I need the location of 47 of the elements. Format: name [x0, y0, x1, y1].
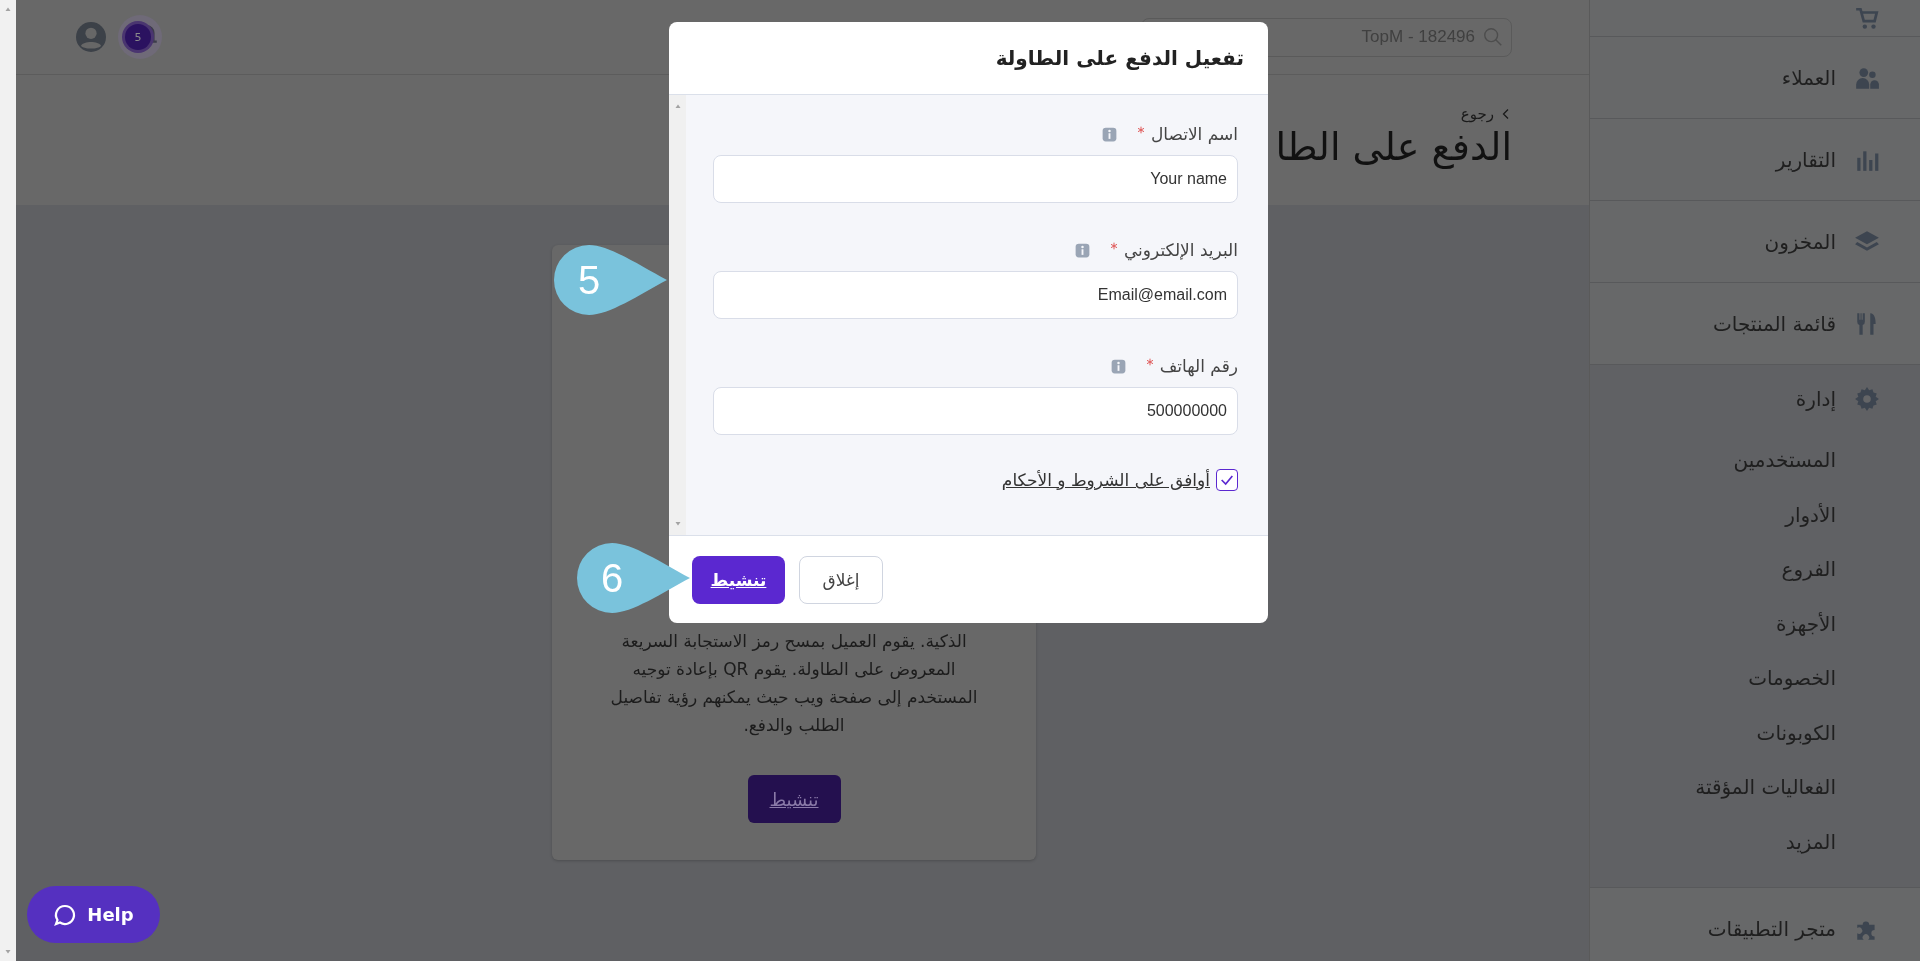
notification-bell[interactable]: 5	[118, 15, 162, 59]
notification-count: 5	[125, 24, 151, 50]
card-description: الذكية. يقوم العميل بمسح رمز الاستجابة السريعة	[621, 630, 967, 654]
search-icon	[1482, 25, 1504, 48]
page-title: الدفع على الطا	[1275, 125, 1512, 169]
terms-link[interactable]: أوافق على الشروط و الأحكام	[1001, 470, 1210, 490]
sidebar-subitem[interactable]: الأجهزة	[1775, 596, 1920, 651]
sidebar-subitem[interactable]: المزيد	[1785, 814, 1920, 869]
activate-button[interactable]: تنشيط	[692, 555, 785, 604]
sidebar-subitem[interactable]: الخصومات	[1748, 651, 1920, 706]
cart-icon	[1854, 6, 1880, 32]
sidebar-item[interactable]: المخزون	[1590, 201, 1920, 282]
field-label: البريد الإلكتروني	[1123, 240, 1238, 260]
sidebar-item[interactable]: العملاء	[1590, 37, 1920, 118]
close-button[interactable]: إغلاق	[799, 555, 883, 604]
help-button[interactable]: Help	[27, 886, 160, 943]
sidebar-subitem[interactable]: المستخدمين	[1733, 433, 1920, 488]
info-icon	[1110, 358, 1126, 374]
checkbox[interactable]	[1216, 469, 1238, 491]
card-description: الطلب والدفع.	[743, 714, 845, 738]
sidebar-item[interactable]: قائمة المنتجات	[1590, 283, 1920, 364]
activate-button[interactable]: تنشيط	[747, 775, 841, 823]
scrollbar[interactable]	[669, 95, 686, 535]
sidebar-item[interactable]: إدارة	[1590, 365, 1920, 433]
info-icon	[1074, 242, 1090, 258]
back-link[interactable]: رجوع	[1460, 105, 1512, 123]
sidebar-subitem[interactable]: الأدوار	[1785, 487, 1920, 542]
sidebar-subitem[interactable]: الفعاليات المؤقتة	[1695, 760, 1920, 815]
scrollbar[interactable]	[0, 0, 16, 961]
user-avatar-icon	[76, 22, 106, 52]
chat-bubble-icon	[53, 902, 78, 927]
sidebar-subitem[interactable]: الفروع	[1781, 542, 1920, 597]
info-icon	[1101, 126, 1117, 142]
back-link-label[interactable]: رجوع	[1460, 105, 1494, 123]
card-description: المستخدم إلى صفحة ويب حيث يمكنهم رؤية تفاصيل	[610, 686, 978, 710]
gear-icon	[1854, 386, 1880, 412]
scroll-down-arrow-icon	[3, 949, 13, 955]
sidebar-subitem[interactable]: الكوبونات	[1756, 705, 1920, 760]
input-field[interactable]: 500000000	[713, 387, 1238, 435]
card-description: المعروض على الطاولة. يقوم QR بإعادة توجيه	[632, 658, 956, 681]
input-field[interactable]: Your name	[713, 155, 1238, 203]
field-label: اسم الاتصال	[1150, 124, 1238, 144]
sidebar-item[interactable]: التقارير	[1590, 119, 1920, 200]
input-field[interactable]: Email@email.com	[713, 271, 1238, 319]
scroll-up-arrow-icon	[3, 6, 13, 12]
sidebar-item[interactable]: متجر التطبيقات	[1590, 888, 1920, 961]
field-label: رقم الهاتف	[1159, 356, 1238, 376]
